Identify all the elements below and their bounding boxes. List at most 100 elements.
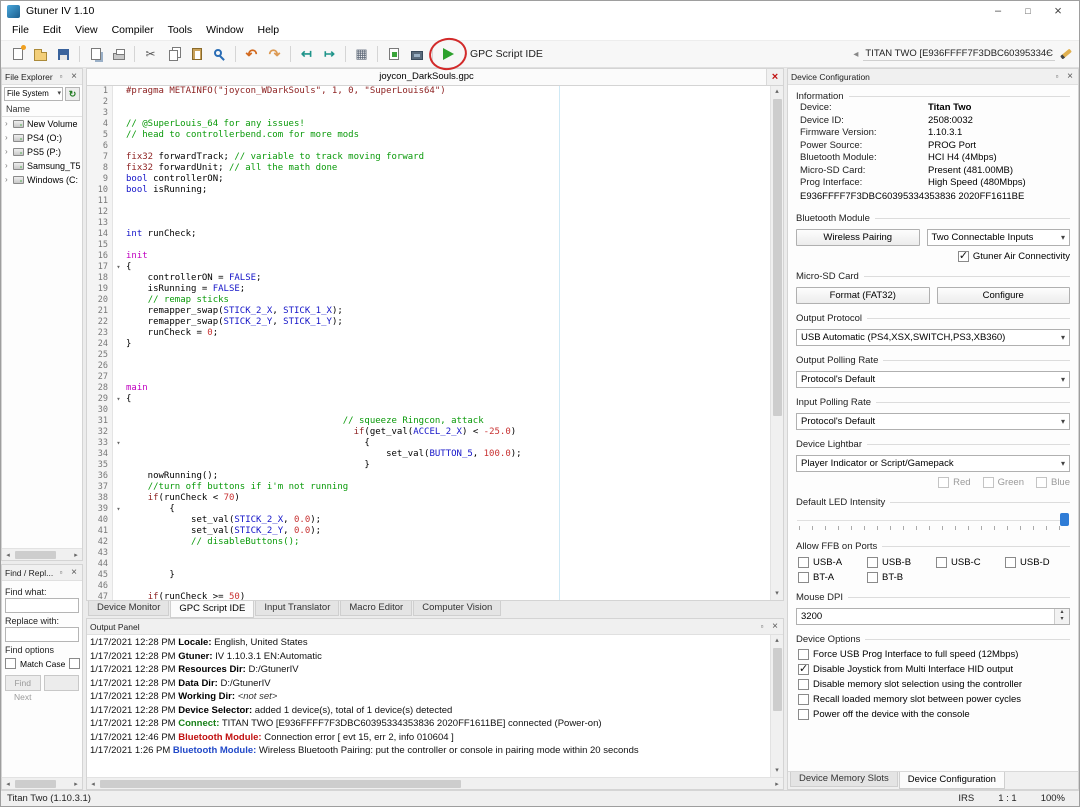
flash-device-icon[interactable] <box>405 43 428 66</box>
output-polling-dropdown[interactable]: Protocol's Default <box>796 371 1070 388</box>
memory-view-icon[interactable] <box>350 43 373 66</box>
device-selector[interactable]: TITAN TWO [E936FFFF7F3DBC60395334Є <box>853 47 1074 61</box>
menu-item-window[interactable]: Window <box>199 21 250 40</box>
gtuner-air-checkbox[interactable] <box>958 251 969 262</box>
device-prev-icon[interactable] <box>853 49 858 60</box>
step-forward-icon[interactable] <box>318 43 341 66</box>
ffb-usb-a-checkbox[interactable] <box>798 557 809 568</box>
menu-item-file[interactable]: File <box>5 21 36 40</box>
copy-icon[interactable] <box>162 43 185 66</box>
tree-item-samsung-t5[interactable]: Samsung_T5 <box>2 159 82 173</box>
paste-icon[interactable] <box>185 43 208 66</box>
tree-item-new-volume[interactable]: New Volume <box>2 117 82 131</box>
close-window-icon[interactable] <box>1043 1 1073 22</box>
edit-device-icon[interactable] <box>1060 49 1072 60</box>
expand-icon[interactable] <box>5 145 10 159</box>
file-tree[interactable]: New VolumePS4 (O:)PS5 (P:)Samsung_T5Wind… <box>2 117 82 548</box>
file-explorer-hscrollbar[interactable] <box>2 548 82 560</box>
hscroll-thumb[interactable] <box>15 551 56 559</box>
tree-item-ps4-o[interactable]: PS4 (O:) <box>2 131 82 145</box>
editor-tab[interactable]: joycon_DarkSouls.gpc <box>87 69 767 85</box>
scroll-right-icon[interactable] <box>772 780 782 788</box>
float-panel-icon[interactable] <box>56 72 66 81</box>
match-case-checkbox[interactable] <box>5 658 16 669</box>
dc-tab-device-memory-slots[interactable]: Device Memory Slots <box>790 772 898 787</box>
ffb-usb-b-checkbox[interactable] <box>867 557 878 568</box>
connectable-inputs-dropdown[interactable]: Two Connectable Inputs <box>927 229 1071 246</box>
expand-icon[interactable] <box>5 173 10 187</box>
open-file-icon[interactable] <box>29 43 52 66</box>
output-hscrollbar[interactable] <box>87 777 783 789</box>
ffb-bt-a-checkbox[interactable] <box>798 572 809 583</box>
menu-item-view[interactable]: View <box>68 21 105 40</box>
ide-tab-device-monitor[interactable]: Device Monitor <box>88 601 169 616</box>
scroll-left-icon[interactable] <box>88 780 98 788</box>
float-panel-icon[interactable] <box>757 622 767 631</box>
scroll-up-icon[interactable] <box>775 636 779 646</box>
redo-icon[interactable] <box>263 43 286 66</box>
close-panel-icon[interactable] <box>69 567 79 578</box>
hscroll-thumb[interactable] <box>100 780 461 788</box>
expand-icon[interactable] <box>5 117 10 131</box>
close-panel-icon[interactable] <box>1065 71 1075 82</box>
spin-up-icon[interactable] <box>1055 609 1069 617</box>
vscroll-thumb[interactable] <box>773 648 782 711</box>
new-file-icon[interactable] <box>6 43 29 66</box>
lightbar-green-checkbox[interactable] <box>983 477 994 488</box>
filesystem-dropdown[interactable]: File System <box>4 87 63 101</box>
option-checkbox[interactable] <box>798 649 809 660</box>
ffb-usb-c-checkbox[interactable] <box>936 557 947 568</box>
vscroll-thumb[interactable] <box>773 99 782 416</box>
perspective-label[interactable]: GPC Script IDE <box>470 48 543 60</box>
format-button[interactable]: Format (FAT32) <box>796 287 930 304</box>
menu-item-edit[interactable]: Edit <box>36 21 68 40</box>
output-protocol-dropdown[interactable]: USB Automatic (PS4,XSX,SWITCH,PS3,XB360) <box>796 329 1070 346</box>
code-area[interactable]: 1#pragma METAINFO("joycon_WDarkSouls", 1… <box>87 86 770 600</box>
float-panel-icon[interactable] <box>1052 72 1062 81</box>
hscroll-thumb[interactable] <box>15 780 56 788</box>
scroll-down-icon[interactable] <box>775 766 779 776</box>
option-checkbox[interactable] <box>798 664 809 675</box>
output-vscrollbar[interactable] <box>770 635 783 777</box>
scroll-right-icon[interactable] <box>71 551 81 559</box>
menu-item-compiler[interactable]: Compiler <box>105 21 161 40</box>
close-panel-icon[interactable] <box>69 71 79 82</box>
find-panel-hscrollbar[interactable] <box>2 777 82 789</box>
spin-down-icon[interactable] <box>1055 616 1069 624</box>
ide-tab-macro-editor[interactable]: Macro Editor <box>340 601 412 616</box>
lightbar-red-checkbox[interactable] <box>938 477 949 488</box>
print-icon[interactable] <box>107 43 130 66</box>
scroll-down-icon[interactable] <box>775 589 779 599</box>
configure-button[interactable]: Configure <box>937 287 1071 304</box>
float-panel-icon[interactable] <box>56 568 66 577</box>
refresh-icon[interactable] <box>65 87 80 101</box>
slider-handle[interactable] <box>1060 513 1069 526</box>
minimize-icon[interactable] <box>983 1 1013 22</box>
find-next-button[interactable]: Find Next <box>5 675 41 691</box>
lightbar-blue-checkbox[interactable] <box>1036 477 1047 488</box>
save-all-icon[interactable] <box>84 43 107 66</box>
tree-item-windows-c[interactable]: Windows (C: <box>2 173 82 187</box>
option-checkbox[interactable] <box>798 709 809 720</box>
wireless-pairing-button[interactable]: Wireless Pairing <box>796 229 920 246</box>
expand-icon[interactable] <box>5 131 10 145</box>
scroll-left-icon[interactable] <box>3 551 13 559</box>
find-what-input[interactable] <box>5 598 79 613</box>
mouse-dpi-stepper[interactable]: 3200 <box>796 608 1070 625</box>
menu-item-tools[interactable]: Tools <box>161 21 200 40</box>
scroll-left-icon[interactable] <box>3 780 13 788</box>
close-panel-icon[interactable] <box>770 621 780 632</box>
expand-icon[interactable] <box>5 159 10 173</box>
replace-with-input[interactable] <box>5 627 79 642</box>
menu-item-help[interactable]: Help <box>250 21 286 40</box>
save-file-icon[interactable] <box>52 43 75 66</box>
step-back-icon[interactable] <box>295 43 318 66</box>
editor-vscrollbar[interactable] <box>770 86 783 600</box>
undo-icon[interactable] <box>240 43 263 66</box>
input-polling-dropdown[interactable]: Protocol's Default <box>796 413 1070 430</box>
tree-item-ps5-p[interactable]: PS5 (P:) <box>2 145 82 159</box>
compile-icon[interactable] <box>382 43 405 66</box>
scroll-up-icon[interactable] <box>775 87 779 97</box>
find-extra-button[interactable] <box>44 675 80 691</box>
lightbar-dropdown[interactable]: Player Indicator or Script/Gamepack <box>796 455 1070 472</box>
